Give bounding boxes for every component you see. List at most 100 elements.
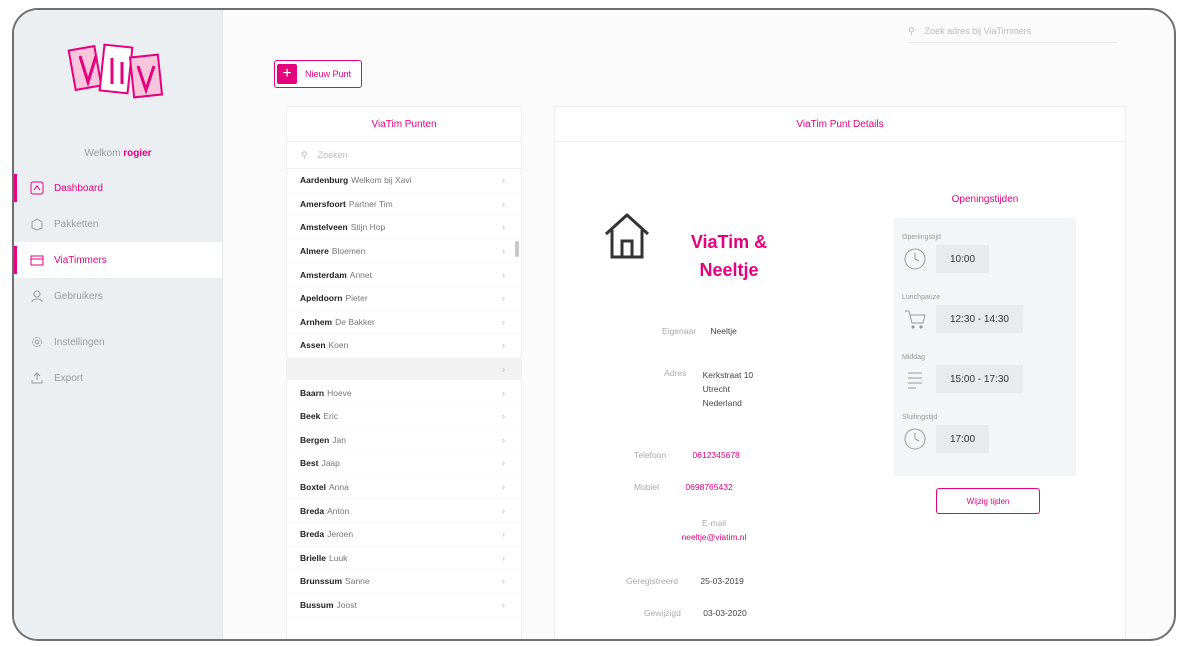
list-item-name: Pieter bbox=[345, 293, 368, 304]
sidebar-item-instellingen[interactable]: Instellingen bbox=[14, 324, 222, 360]
updated-value: 03-03-2020 bbox=[703, 608, 747, 618]
email-label: E-mail bbox=[701, 518, 727, 528]
top-search[interactable]: ⚲ Zoek adres bij ViaTimmers bbox=[908, 20, 1118, 43]
house-icon bbox=[604, 213, 650, 259]
list-item-city: Assen bbox=[300, 340, 326, 351]
list-item[interactable]: Beek Eric › bbox=[287, 405, 521, 429]
hours-label: Sluitingstijd bbox=[902, 414, 938, 421]
export-icon bbox=[31, 372, 43, 384]
app-window: Welkom rogier Dashboard Pakketten ViaTim… bbox=[12, 8, 1176, 641]
list-item-city: Amersfoort bbox=[300, 198, 346, 209]
list-item-city: Apeldoorn bbox=[300, 293, 343, 304]
list-item-name: Jeroen bbox=[327, 529, 354, 540]
list-item[interactable]: Aardenburg Welkom bij Xavi › bbox=[287, 169, 521, 193]
list-item[interactable]: Apeldoorn Pieter › bbox=[287, 287, 521, 311]
list-item[interactable]: Breda Jeroen › bbox=[287, 523, 521, 547]
list-item-city: Boxtel bbox=[300, 482, 326, 493]
sidebar: Welkom rogier Dashboard Pakketten ViaTim… bbox=[14, 10, 223, 639]
list-item-city: Arnhem bbox=[300, 316, 333, 327]
dashboard-icon bbox=[30, 181, 44, 195]
list-item-name: Luuk bbox=[329, 552, 348, 563]
add-point-button[interactable]: + Nieuw Punt bbox=[274, 60, 363, 88]
chevron-right-icon: › bbox=[502, 293, 505, 304]
hours-label: Lunchpauze bbox=[902, 294, 941, 301]
registered-label: Geregistreerd bbox=[626, 576, 678, 586]
owner-label: Eigenaar bbox=[662, 326, 697, 336]
chevron-right-icon: › bbox=[502, 482, 505, 493]
list-item[interactable]: Arnhem De Bakker › bbox=[287, 311, 521, 335]
sidebar-item-gebruikers[interactable]: Gebruikers bbox=[14, 278, 222, 314]
address-label: Adres bbox=[664, 368, 687, 378]
address-line: Nederland bbox=[702, 398, 742, 408]
mobile-field: Mobiel 0698765432 bbox=[634, 482, 733, 492]
list-item[interactable]: Amsterdam Annet › bbox=[287, 263, 521, 287]
chevron-right-icon: › bbox=[502, 175, 505, 186]
list-item[interactable]: Best Jaap › bbox=[287, 452, 521, 476]
opening-hours-title: Openingstijden bbox=[951, 194, 1019, 205]
points-list-panel: ViaTim Punten ⚲ Zoeken Aardenburg Welkom … bbox=[286, 106, 522, 639]
chevron-right-icon: › bbox=[502, 576, 505, 587]
list-item-name: Stijn Hop bbox=[350, 222, 386, 233]
list-item-name: Eric bbox=[323, 411, 338, 422]
list-item[interactable]: Bergen Jan › bbox=[287, 429, 521, 453]
list-search-placeholder: Zoeken bbox=[317, 150, 348, 160]
list-item[interactable]: Almere Bloemen › bbox=[287, 240, 521, 264]
cart-icon bbox=[905, 310, 926, 329]
viatim-logo bbox=[67, 43, 164, 99]
list-item-city: Beek bbox=[300, 411, 321, 422]
sidebar-item-viatimmers[interactable]: ViaTimmers bbox=[14, 242, 222, 278]
mobile-value[interactable]: 0698765432 bbox=[685, 482, 732, 492]
chevron-right-icon: › bbox=[502, 599, 505, 610]
welcome-user: rogier bbox=[123, 148, 152, 159]
sidebar-item-pakketten[interactable]: Pakketten bbox=[14, 206, 222, 242]
list-item-city: Amstelveen bbox=[300, 222, 348, 233]
phone-value[interactable]: 0612345678 bbox=[693, 450, 740, 460]
list-item[interactable]: Boxtel Anna › bbox=[287, 476, 521, 500]
search-icon: ⚲ bbox=[908, 25, 915, 36]
detail-panel-title: ViaTim Punt Details bbox=[555, 107, 1125, 142]
list-search-input[interactable]: ⚲ Zoeken bbox=[287, 142, 521, 169]
edit-hours-button[interactable]: Wijzig tijden bbox=[936, 488, 1040, 514]
list-item[interactable]: Baarn Hoeve › bbox=[287, 381, 521, 405]
list-item[interactable]: Assen Koen › bbox=[287, 334, 521, 358]
scrollbar[interactable] bbox=[515, 241, 519, 257]
chevron-right-icon: › bbox=[502, 529, 505, 540]
email-value[interactable]: neeltje@viatim.nl bbox=[614, 530, 814, 544]
chevron-right-icon: › bbox=[502, 316, 505, 327]
sidebar-item-dashboard[interactable]: Dashboard bbox=[14, 170, 222, 206]
sidebar-nav: Dashboard Pakketten ViaTimmers Gebruiker… bbox=[14, 170, 222, 396]
plus-icon: + bbox=[277, 64, 297, 84]
list-item[interactable]: Brielle Luuk › bbox=[287, 547, 521, 571]
phone-field: Telefoon 0612345678 bbox=[634, 450, 740, 460]
chevron-right-icon: › bbox=[502, 505, 505, 516]
list-item[interactable]: Breda Anton › bbox=[287, 499, 521, 523]
list-item[interactable]: Amersfoort Partner Tim › bbox=[287, 193, 521, 217]
chevron-right-icon: › bbox=[502, 411, 505, 422]
list-item[interactable]: Amstelveen Stijn Hop › bbox=[287, 216, 521, 240]
chevron-right-icon: › bbox=[502, 340, 505, 351]
list-item-city: Aardenburg bbox=[300, 175, 349, 186]
chevron-right-icon: › bbox=[502, 364, 505, 375]
welcome-prefix: Welkom bbox=[84, 148, 121, 159]
list-item[interactable]: Bussum Joost › bbox=[287, 594, 521, 618]
list-item-city: Breda bbox=[300, 505, 325, 516]
list-item-city: Bussum bbox=[300, 599, 334, 610]
updated-field: Gewijzigd 03-03-2020 bbox=[644, 608, 747, 618]
list-item-name: Jaap bbox=[321, 458, 340, 469]
list-item[interactable]: › bbox=[287, 357, 521, 382]
registered-value: 25-03-2019 bbox=[700, 576, 744, 586]
list-item[interactable]: Brunssum Sanne › bbox=[287, 570, 521, 594]
address-field: Adres Kerkstraat 10 Utrecht Nederland bbox=[664, 368, 753, 410]
hours-block-afternoon: Middag 15:00 - 17:30 bbox=[902, 354, 1072, 393]
chevron-right-icon: › bbox=[502, 198, 505, 209]
updated-label: Gewijzigd bbox=[644, 608, 681, 618]
sidebar-item-export[interactable]: Export bbox=[14, 360, 222, 396]
owner-field: Eigenaar Neeltje bbox=[662, 326, 737, 336]
list-item-name: Koen bbox=[328, 340, 349, 351]
chevron-right-icon: › bbox=[502, 434, 505, 445]
chevron-right-icon: › bbox=[502, 458, 505, 469]
hours-label: Openingstijd bbox=[902, 234, 941, 241]
address-line: Kerkstraat 10 bbox=[702, 370, 754, 380]
list-item-name: Joost bbox=[336, 599, 357, 610]
hours-block-open: Openingstijd 10:00 bbox=[902, 234, 1072, 273]
